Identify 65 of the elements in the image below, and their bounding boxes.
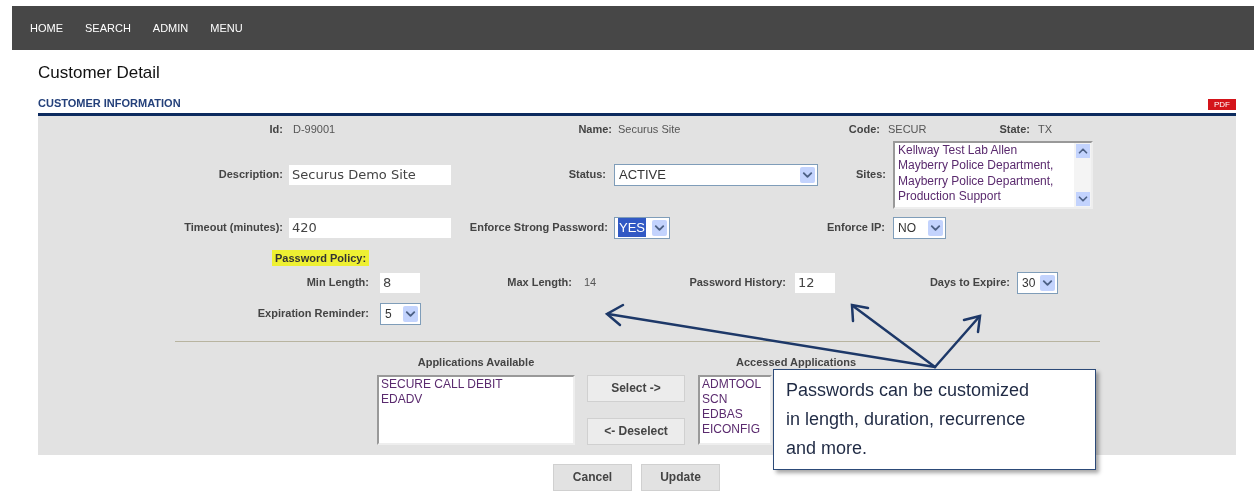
list-item[interactable]: Production Support [898, 189, 1074, 205]
select-button[interactable]: Select -> [587, 374, 685, 402]
field-label: Max Length: [506, 275, 572, 291]
list-item[interactable]: Kellway Test Lab Allen [898, 142, 1074, 158]
list-item[interactable]: EDBAS [702, 406, 743, 422]
list-heading: Applications Available [416, 355, 536, 371]
field-label: Enforce Strong Password: [468, 220, 608, 236]
field-label: Id: [268, 122, 283, 138]
text-field[interactable]: 8 [380, 272, 420, 293]
field-value: D-99001 [293, 122, 337, 138]
chevron-down-icon[interactable] [1075, 191, 1090, 206]
dropdown-select[interactable]: ACTIVE [614, 163, 818, 186]
field-label: Enforce IP: [825, 220, 885, 236]
dropdown-select[interactable]: 5 [380, 302, 421, 325]
callout-text: Passwords can be customized in length, duration, recurrence and more. [786, 379, 1031, 460]
action-button[interactable]: Update [641, 463, 720, 491]
scrollbar[interactable] [1074, 142, 1091, 207]
dropdown-select[interactable]: NO [893, 216, 946, 239]
field-label: Status: [567, 167, 606, 183]
chevron-down-icon [928, 219, 943, 236]
chevron-down-icon [652, 219, 667, 236]
field-label: Expiration Reminder: [256, 306, 369, 322]
field-label: Days to Expire: [928, 275, 1010, 291]
field-label: Timeout (minutes): [183, 220, 283, 236]
nav-link[interactable]: SEARCH [85, 19, 131, 37]
field-label: Password History: [688, 275, 786, 291]
action-button[interactable]: Cancel [553, 463, 632, 491]
list-item[interactable]: Mayberry Police Department, [898, 173, 1074, 189]
dropdown-select[interactable]: 30 [1017, 271, 1058, 294]
dropdown-select[interactable]: YES [614, 216, 670, 239]
field-value: Securus Site [618, 122, 682, 138]
text-field[interactable]: Securus Demo Site [289, 164, 451, 185]
list-item[interactable]: SECURE CALL DEBIT [381, 376, 503, 392]
list-item[interactable]: ADMTOOL [702, 376, 762, 392]
section-label: Password Policy: [272, 249, 370, 266]
field-label: Name: [577, 122, 612, 138]
section-title: CUSTOMER INFORMATION [38, 96, 181, 111]
list-item[interactable]: EDADV [381, 391, 423, 407]
list-item[interactable]: SCN [702, 391, 728, 407]
list-item[interactable]: EICONFIG [702, 421, 760, 437]
accessed-listbox[interactable]: ADMTOOL SCN EDBAS EICONFIG [698, 374, 772, 445]
field-label: Sites: [855, 167, 886, 183]
nav-link[interactable]: MENU [210, 19, 243, 37]
text-field[interactable]: 420 [289, 217, 451, 238]
nav-link[interactable]: ADMIN [152, 19, 189, 37]
page-title: Customer Detail [38, 63, 161, 83]
available-listbox[interactable]: SECURE CALL DEBIT EDADV [377, 374, 575, 445]
chevron-down-icon [403, 305, 418, 322]
field-label: Code: [847, 122, 880, 138]
text-field[interactable]: 12 [795, 272, 835, 293]
field-label: Description: [217, 167, 283, 183]
field-label: Min Length: [305, 275, 369, 291]
field-value: TX [1038, 122, 1054, 138]
sites-listbox[interactable]: Kellway Test Lab Allen Mayberry Police Department, Mayberry Police Department, Production Support [893, 140, 1093, 209]
field-label: State: [998, 122, 1030, 138]
field-value: 14 [584, 275, 598, 291]
pdf-button[interactable]: PDF [1208, 98, 1236, 110]
deselect-button[interactable]: <- Deselect [587, 417, 685, 445]
chevron-up-icon[interactable] [1075, 143, 1090, 158]
list-item[interactable]: Mayberry Police Department, [898, 158, 1074, 174]
nav-link[interactable]: HOME [30, 19, 63, 37]
chevron-down-icon [1040, 274, 1055, 291]
list-heading: Accessed Applications [735, 355, 857, 371]
chevron-down-icon [800, 166, 815, 183]
field-value: SECUR [888, 122, 928, 138]
